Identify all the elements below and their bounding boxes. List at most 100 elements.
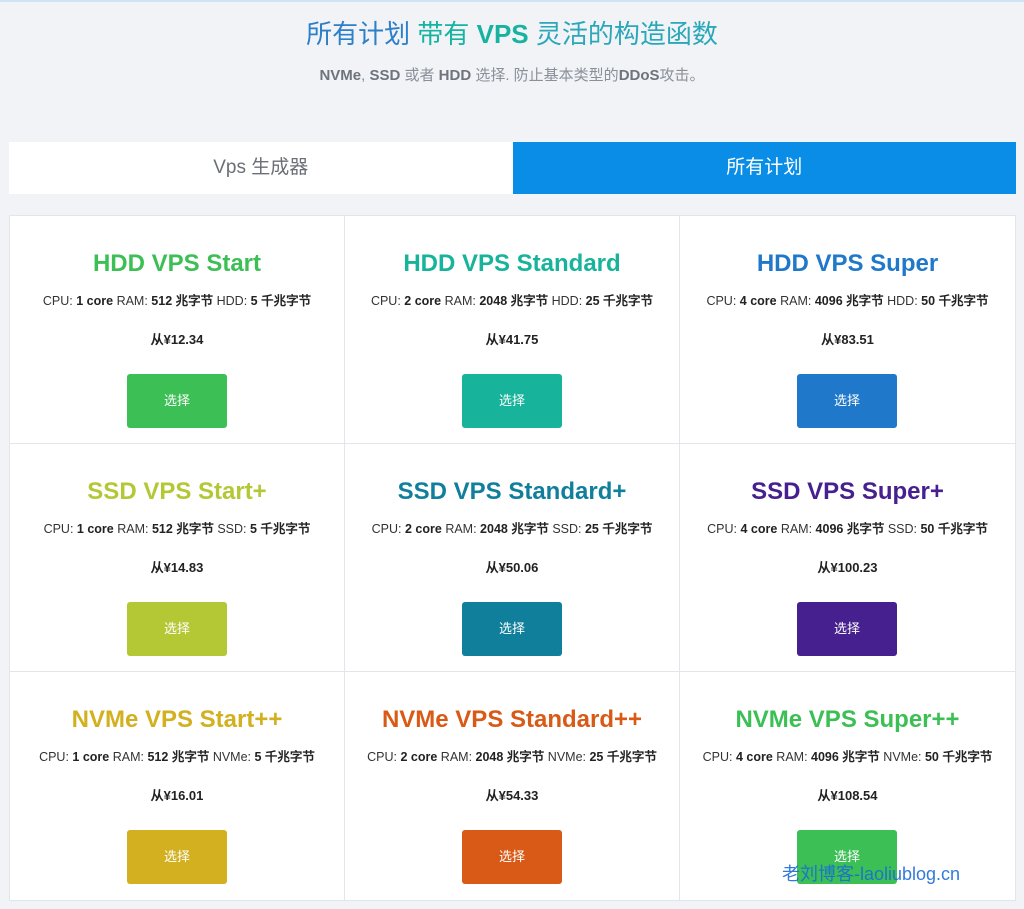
title-part-1: 所有计划 — [306, 19, 411, 49]
select-plan-button[interactable]: 选择 — [462, 374, 562, 428]
tab-vps-builder[interactable]: Vps 生成器 — [9, 142, 513, 194]
select-plan-button[interactable]: 选择 — [797, 374, 897, 428]
plan-name: HDD VPS Super — [756, 250, 939, 277]
subtitle-sep: , — [361, 67, 366, 84]
plan-specs: CPU: 2 core RAM: 2048 兆字节 NVMe: 25 千兆字节 — [345, 748, 679, 766]
plan-specs: CPU: 2 core RAM: 2048 兆字节 HDD: 25 千兆字节 — [345, 292, 679, 310]
plan-price: 从¥54.33 — [485, 788, 539, 803]
ram-label: RAM: — [780, 294, 812, 308]
subtitle-or: 或者 — [404, 67, 435, 84]
cpu-value: 2 core — [404, 522, 442, 536]
cpu-value: 1 core — [76, 294, 114, 308]
plan-card: SSD VPS Super+ CPU: 4 core RAM: 4096 兆字节 … — [680, 444, 1015, 672]
plan-card: HDD VPS Start CPU: 1 core RAM: 512 兆字节 HD… — [10, 216, 345, 444]
select-plan-button[interactable]: 选择 — [127, 602, 227, 656]
plan-price: 从¥100.23 — [817, 560, 878, 575]
ram-label: RAM: — [112, 750, 144, 764]
plan-tabs: Vps 生成器 所有计划 — [9, 142, 1016, 194]
subtitle-ddos: DDoS — [618, 67, 660, 84]
ram-label: RAM: — [440, 750, 473, 764]
cpu-label: CPU: — [371, 522, 402, 536]
page-title: 所有计划 带有 VPS 灵活的构造函数 — [0, 16, 1024, 52]
ram-label: RAM: — [445, 522, 477, 536]
watermark: 老刘博客-laoliublog.cn — [782, 864, 961, 884]
plan-price: 从¥12.34 — [150, 332, 204, 347]
plan-specs: CPU: 2 core RAM: 2048 兆字节 SSD: 25 千兆字节 — [345, 520, 679, 538]
plan-name: SSD VPS Super+ — [751, 478, 944, 505]
disk-label: SSD: — [887, 522, 917, 536]
plan-price: 从¥16.01 — [150, 788, 204, 803]
plan-specs: CPU: 4 core RAM: 4096 兆字节 NVMe: 50 千兆字节 — [680, 748, 1015, 766]
ram-value: 2048 兆字节 — [480, 522, 549, 536]
ram-label: RAM: — [117, 522, 149, 536]
disk-value: 5 千兆字节 — [254, 750, 315, 764]
cpu-label: CPU: — [39, 750, 69, 764]
ram-value: 4096 兆字节 — [815, 522, 885, 536]
plan-name: NVMe VPS Start++ — [71, 706, 283, 733]
plan-card: NVMe VPS Start++ CPU: 1 core RAM: 512 兆字节… — [10, 672, 345, 900]
plan-specs: CPU: 4 core RAM: 4096 兆字节 HDD: 50 千兆字节 — [680, 292, 1015, 310]
ram-label: RAM: — [776, 750, 808, 764]
plan-name: SSD VPS Standard+ — [397, 478, 627, 505]
subtitle-ssd: SSD — [369, 67, 401, 84]
tab-all-plans[interactable]: 所有计划 — [512, 142, 1016, 194]
plan-card: HDD VPS Standard CPU: 2 core RAM: 2048 兆字… — [345, 216, 680, 444]
cpu-label: CPU: — [42, 294, 73, 308]
cpu-value: 1 core — [72, 750, 110, 764]
cpu-label: CPU: — [702, 750, 733, 764]
ram-label: RAM: — [444, 294, 476, 308]
disk-label: NVMe: — [883, 750, 922, 764]
plan-name: HDD VPS Standard — [403, 250, 621, 277]
plan-specs: CPU: 4 core RAM: 4096 兆字节 SSD: 50 千兆字节 — [680, 520, 1015, 538]
plan-price: 从¥50.06 — [485, 560, 539, 575]
title-part-4: 灵活的构造函数 — [535, 19, 718, 49]
plan-name: HDD VPS Start — [92, 250, 262, 277]
plan-name: SSD VPS Start+ — [87, 478, 267, 505]
disk-value: 25 千兆字节 — [589, 750, 657, 764]
cpu-value: 2 core — [404, 294, 442, 308]
plan-specs: CPU: 1 core RAM: 512 兆字节 NVMe: 5 千兆字节 — [10, 748, 344, 766]
title-part-3: VPS — [476, 19, 529, 49]
select-plan-button[interactable]: 选择 — [462, 602, 562, 656]
cpu-value: 1 core — [76, 522, 114, 536]
ram-value: 2048 兆字节 — [475, 750, 545, 764]
plan-card: SSD VPS Standard+ CPU: 2 core RAM: 2048 兆… — [345, 444, 680, 672]
ram-label: RAM: — [780, 522, 813, 536]
subtitle-choose: 选择. 防止基本类型的 — [475, 67, 619, 84]
plan-card: HDD VPS Super CPU: 4 core RAM: 4096 兆字节 H… — [680, 216, 1015, 444]
disk-label: SSD: — [217, 522, 247, 536]
plan-price: 从¥83.51 — [821, 332, 874, 347]
top-border-line — [0, 0, 1024, 2]
plan-price: 从¥41.75 — [485, 332, 539, 347]
disk-label: NVMe: — [212, 750, 252, 764]
select-plan-button[interactable]: 选择 — [797, 602, 897, 656]
plan-price: 从¥108.54 — [817, 788, 878, 803]
disk-label: SSD: — [552, 522, 582, 536]
plan-card: SSD VPS Start+ CPU: 1 core RAM: 512 兆字节 S… — [10, 444, 345, 672]
plan-specs: CPU: 1 core RAM: 512 兆字节 SSD: 5 千兆字节 — [10, 520, 344, 538]
title-part-2: 带有 — [417, 19, 470, 49]
disk-label: HDD: — [216, 294, 248, 308]
ram-value: 4096 兆字节 — [811, 750, 880, 764]
cpu-label: CPU: — [43, 522, 74, 536]
plan-card: NVMe VPS Standard++ CPU: 2 core RAM: 2048… — [345, 672, 680, 900]
cpu-value: 4 core — [739, 294, 777, 308]
ram-value: 4096 兆字节 — [814, 294, 884, 308]
page-subtitle: NVMe, SSD 或者 HDD 选择. 防止基本类型的DDoS攻击。 — [0, 64, 1024, 88]
plan-name: NVMe VPS Super++ — [735, 706, 960, 733]
disk-value: 5 千兆字节 — [250, 294, 312, 308]
select-plan-button[interactable]: 选择 — [462, 830, 562, 884]
disk-label: HDD: — [887, 294, 918, 308]
ram-label: RAM: — [116, 294, 148, 308]
cpu-value: 4 core — [735, 750, 773, 764]
select-plan-button[interactable]: 选择 — [127, 830, 227, 884]
disk-value: 25 千兆字节 — [585, 294, 654, 308]
disk-label: NVMe: — [547, 750, 586, 764]
select-plan-button[interactable]: 选择 — [127, 374, 227, 428]
disk-value: 25 千兆字节 — [584, 522, 653, 536]
ram-value: 2048 兆字节 — [479, 294, 549, 308]
cpu-value: 2 core — [400, 750, 438, 764]
disk-value: 50 千兆字节 — [921, 294, 989, 308]
cpu-label: CPU: — [707, 522, 737, 536]
ram-value: 512 兆字节 — [147, 750, 210, 764]
